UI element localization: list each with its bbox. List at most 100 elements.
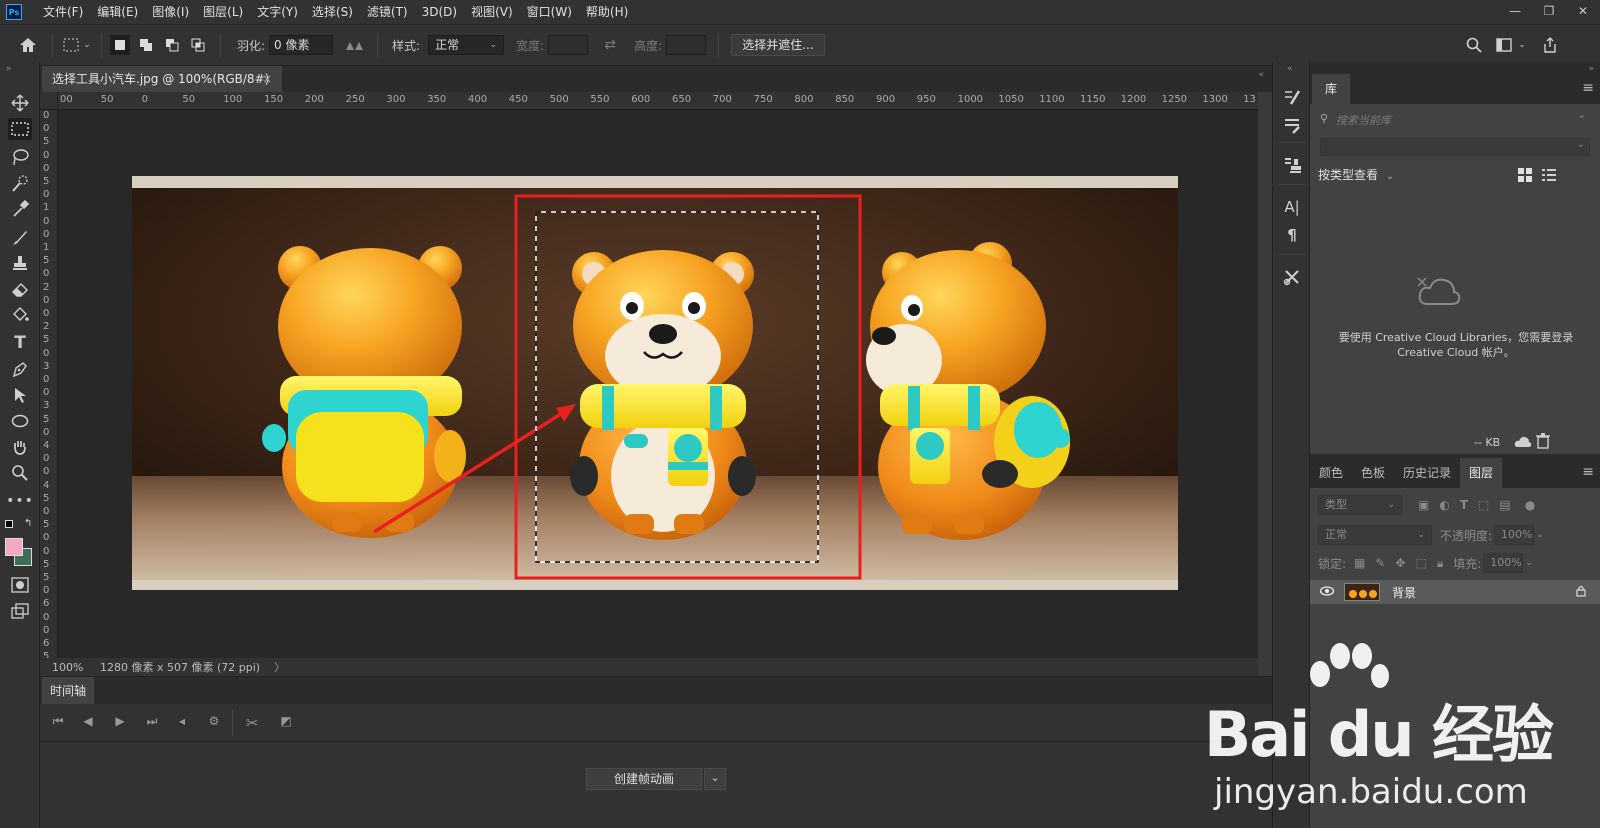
new-selection-icon[interactable] [110, 35, 130, 55]
collapse-arrows-icon[interactable]: « [1287, 64, 1293, 74]
menu-help[interactable]: 帮助(H) [579, 0, 635, 24]
grid-view-icon[interactable] [1518, 168, 1532, 185]
menu-window[interactable]: 窗口(W) [520, 0, 579, 24]
default-colors-icon[interactable] [5, 520, 13, 528]
canvas-area[interactable] [58, 110, 1258, 658]
paragraph-panel-icon[interactable]: ¶ [1280, 224, 1304, 246]
tab-history[interactable]: 历史记录 [1394, 458, 1460, 488]
vertical-scrollbar[interactable] [1258, 92, 1272, 676]
tab-libraries[interactable]: 库 [1312, 74, 1350, 104]
subtract-selection-icon[interactable] [162, 35, 182, 55]
feather-input[interactable]: 0 像素 [269, 35, 334, 55]
menu-edit[interactable]: 编辑(E) [90, 0, 145, 24]
close-tab-icon[interactable]: × [262, 66, 272, 92]
collapse-arrows-icon[interactable]: « [1258, 70, 1264, 80]
menu-3d[interactable]: 3D(D) [415, 0, 464, 24]
lock-artboard-icon[interactable]: ⬚ [1416, 556, 1427, 570]
hand-tool-icon[interactable] [8, 436, 32, 458]
collapse-arrows-icon[interactable]: » [6, 64, 12, 74]
swap-colors-icon[interactable]: ↰ [24, 518, 32, 529]
ellipse-tool-icon[interactable] [8, 410, 32, 432]
library-select[interactable]: ⌄ [1320, 138, 1590, 156]
restore-button[interactable]: ❐ [1532, 0, 1566, 22]
quick-selection-tool-icon[interactable] [8, 172, 32, 194]
lock-all-icon[interactable]: 🔒︎ [1437, 556, 1443, 571]
tools-panel-icon[interactable] [1280, 266, 1304, 288]
document-tab[interactable]: 选择工具小汽车.jpg @ 100%(RGB/8#) × [42, 66, 282, 92]
scissors-icon[interactable]: ✂ [242, 714, 262, 732]
style-select[interactable]: 正常 ⌄ [428, 35, 505, 55]
close-button[interactable]: ✕ [1566, 0, 1600, 22]
previous-frame-icon[interactable]: ◀ [78, 714, 98, 732]
height-input[interactable] [666, 35, 707, 55]
filter-type-icon[interactable]: T [1460, 498, 1468, 512]
collapse-arrows-icon[interactable]: » [1588, 64, 1594, 74]
layer-filter-select[interactable]: 类型 ⌄ [1318, 495, 1402, 515]
cloud-sync-icon[interactable] [1514, 434, 1532, 451]
workspace-icon[interactable] [1494, 35, 1514, 55]
anti-alias-icon[interactable] [343, 35, 367, 55]
character-panel-icon[interactable]: A| [1280, 196, 1304, 218]
intersect-selection-icon[interactable] [188, 35, 208, 55]
opacity-input[interactable]: 100% [1494, 525, 1535, 545]
eye-visibility-icon[interactable] [1319, 585, 1340, 599]
add-selection-icon[interactable] [136, 35, 156, 55]
list-view-icon[interactable] [1542, 168, 1556, 185]
go-to-first-frame-icon[interactable]: ⏮ [48, 714, 68, 732]
lock-transparent-icon[interactable]: ▦ [1354, 556, 1365, 570]
panel-menu-icon[interactable]: ≡ [1582, 464, 1594, 480]
swap-icon[interactable]: ⇄ [600, 35, 620, 55]
brush-presets-icon[interactable] [1280, 114, 1304, 136]
filter-toggle-icon[interactable]: ● [1525, 498, 1535, 512]
status-menu-arrow-icon[interactable]: 〉 [274, 659, 285, 675]
create-frame-animation-button[interactable]: 创建帧动画 [586, 768, 702, 790]
chevron-down-icon[interactable]: ⌄ [81, 35, 93, 55]
fill-input[interactable]: 100% [1483, 553, 1524, 573]
view-by-type-dropdown[interactable]: 按类型查看 ⌄ [1318, 166, 1394, 183]
screen-mode-icon[interactable] [8, 600, 32, 622]
home-icon[interactable] [18, 35, 38, 55]
rectangular-marquee-tool-icon[interactable] [8, 118, 32, 140]
stamp-tool-icon[interactable] [8, 252, 32, 274]
settings-gear-icon[interactable]: ⚙ [204, 714, 224, 732]
filter-smart-object-icon[interactable]: ▤ [1499, 498, 1510, 512]
lock-position-icon[interactable]: ✥ [1395, 556, 1405, 570]
path-selection-tool-icon[interactable] [8, 384, 32, 406]
library-search-box[interactable]: ⚲ 搜索当前库 ⌄ [1320, 108, 1590, 130]
trash-icon[interactable] [1536, 433, 1550, 452]
tab-layers[interactable]: 图层 [1460, 458, 1503, 488]
search-icon[interactable] [1464, 35, 1484, 55]
foreground-color-swatch[interactable] [5, 538, 23, 556]
tab-timeline[interactable]: 时间轴 [42, 677, 94, 705]
chevron-down-icon[interactable]: ⌄ [1525, 558, 1533, 568]
menu-file[interactable]: 文件(F) [36, 0, 90, 24]
type-tool-icon[interactable]: T [8, 332, 32, 354]
audio-icon[interactable]: ◂ [172, 714, 192, 732]
filter-shape-icon[interactable]: ⬚ [1478, 498, 1489, 512]
next-frame-icon[interactable]: ⏭ [142, 714, 162, 732]
chevron-down-icon[interactable]: ⌄ [1516, 35, 1528, 55]
filter-pixel-icon[interactable]: ▣ [1418, 498, 1429, 512]
lasso-tool-icon[interactable] [8, 146, 32, 168]
eyedropper-tool-icon[interactable] [8, 198, 32, 220]
layer-row-background[interactable]: 背景 [1310, 580, 1600, 604]
menu-image[interactable]: 图像(I) [145, 0, 196, 24]
pen-tool-icon[interactable] [8, 358, 32, 380]
tab-swatches[interactable]: 色板 [1352, 458, 1394, 488]
minimize-button[interactable]: — [1498, 0, 1532, 22]
chevron-down-icon[interactable]: ⌄ [1536, 530, 1544, 540]
move-tool-icon[interactable] [8, 92, 32, 114]
zoom-level[interactable]: 100% [52, 661, 100, 674]
more-tools-icon[interactable]: ••• [6, 490, 33, 512]
brush-tool-icon[interactable] [8, 226, 32, 248]
transition-icon[interactable]: ◩ [276, 714, 296, 732]
chevron-down-icon[interactable]: ⌄ [704, 768, 726, 790]
play-icon[interactable]: ▶ [110, 714, 130, 732]
paint-bucket-tool-icon[interactable] [8, 304, 32, 326]
brush-settings-icon[interactable] [1280, 86, 1304, 108]
zoom-tool-icon[interactable] [8, 462, 32, 484]
menu-type[interactable]: 文字(Y) [250, 0, 305, 24]
select-and-mask-button[interactable]: 选择并遮住... [731, 34, 825, 56]
blend-mode-select[interactable]: 正常 ⌄ [1318, 525, 1432, 545]
tab-color[interactable]: 颜色 [1310, 458, 1352, 488]
